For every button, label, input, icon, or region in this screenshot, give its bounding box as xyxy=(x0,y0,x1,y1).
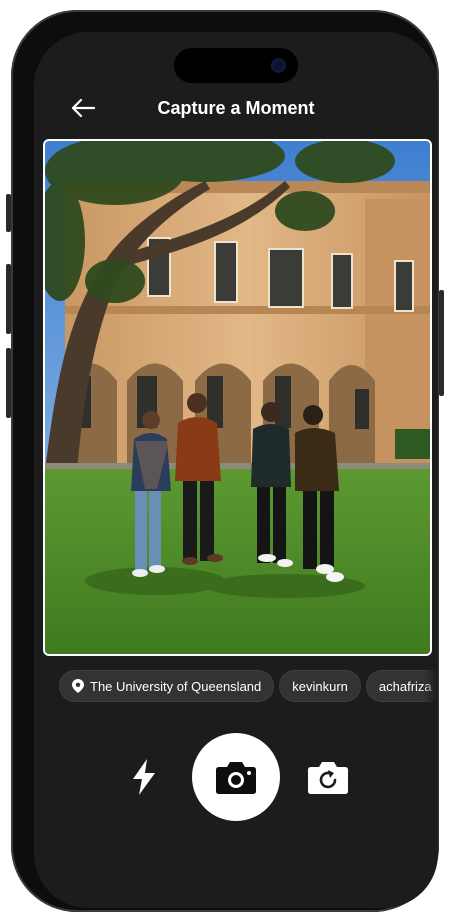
switch-camera-icon xyxy=(308,762,348,794)
photo-preview[interactable] xyxy=(43,139,432,656)
chips-fade xyxy=(424,662,438,710)
shutter-button[interactable] xyxy=(192,733,280,821)
power-button xyxy=(439,290,444,396)
location-pin-icon xyxy=(72,679,84,693)
screen: Capture a Moment The University of Queen… xyxy=(34,32,438,908)
flash-icon xyxy=(133,759,155,795)
camera-icon xyxy=(216,762,256,794)
location-chip[interactable]: The University of Queensland xyxy=(59,670,275,702)
person-tag-label: kevinkurn xyxy=(292,678,348,694)
front-camera-icon xyxy=(271,58,286,73)
switch-camera-button[interactable] xyxy=(306,757,350,797)
dynamic-island xyxy=(174,48,298,83)
page-title: Capture a Moment xyxy=(157,98,315,118)
location-chip-label: The University of Queensland xyxy=(90,678,262,694)
tag-chips: The University of Queensland kevinkurn a… xyxy=(59,670,438,702)
flash-button[interactable] xyxy=(127,757,161,797)
phone-frame: Capture a Moment The University of Queen… xyxy=(11,10,439,912)
person-tag-chip[interactable]: kevinkurn xyxy=(279,670,361,702)
